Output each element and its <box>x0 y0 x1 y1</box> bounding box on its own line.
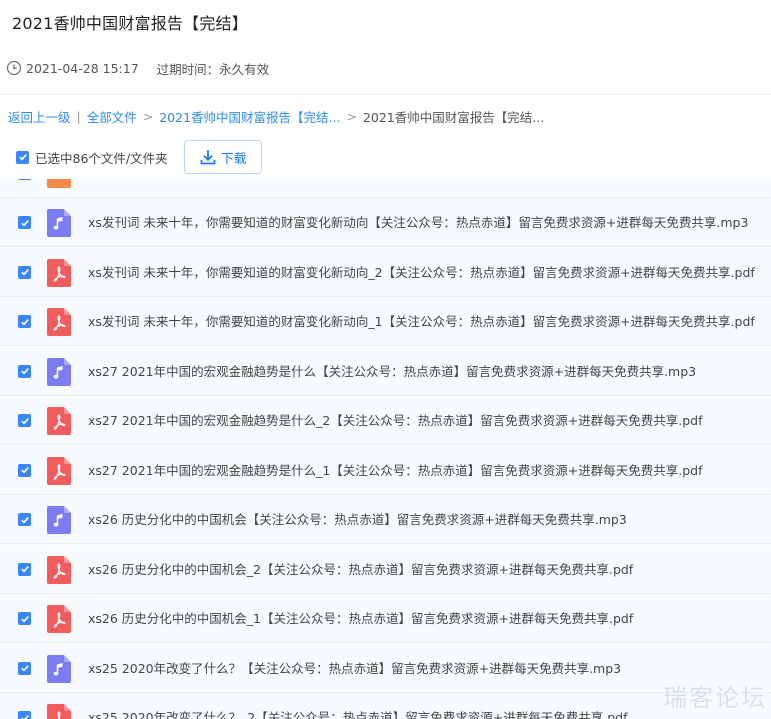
pdf-file-icon <box>47 308 71 336</box>
file-name[interactable]: xs发刊词 未来十年，你需要知道的财富变化新动向_2【关注公众号：热点赤道】留言… <box>88 248 755 297</box>
parent-folder-link[interactable]: 2021香帅中国财富报告【完结... <box>159 107 340 126</box>
file-name[interactable]: xs27 2021年中国的宏观金融趋势是什么【关注公众号：热点赤道】留言免费求资… <box>88 347 696 396</box>
file-name[interactable]: xs发刊词 未来十年，你需要知道的财富变化新动向【关注公众号：热点赤道】留言免费… <box>88 198 748 247</box>
selection-count: 已选中86个文件/文件夹 <box>35 150 168 166</box>
check-icon <box>20 269 29 276</box>
check-icon <box>20 318 29 325</box>
breadcrumb-separator: > <box>142 108 154 124</box>
divider <box>0 94 771 95</box>
check-icon <box>20 219 29 226</box>
file-row[interactable]: xs发刊词 未来十年，你需要知道的财富变化新动向_1【关注公众号：热点赤道】留言… <box>0 297 771 346</box>
pdf-file-icon <box>47 704 71 719</box>
file-name[interactable]: xs26 历史分化中的中国机会【关注公众号：热点赤道】留言免费求资源+进群每天免… <box>88 495 627 544</box>
check-icon <box>20 516 29 523</box>
file-row[interactable]: xs发刊词 未来十年，你需要知道的财富变化新动向【关注公众号：热点赤道】留言免费… <box>0 198 771 247</box>
row-checkbox[interactable] <box>18 661 31 675</box>
download-button[interactable]: 下载 <box>183 140 262 174</box>
file-list[interactable]: xs发刊词 未来十年，你需要知道的财富变化新动向【关注公众号：热点赤道】留言免费… <box>0 179 771 719</box>
file-row[interactable]: xs26 历史分化中的中国机会【关注公众号：热点赤道】留言免费求资源+进群每天免… <box>0 495 771 544</box>
pdf-file-icon <box>47 456 71 485</box>
row-checkbox[interactable] <box>18 265 31 279</box>
row-checkbox[interactable] <box>18 414 31 427</box>
back-link[interactable]: 返回上一级 <box>8 107 71 126</box>
check-icon <box>20 417 29 424</box>
audio-file-icon <box>47 506 71 534</box>
pdf-file-icon <box>47 605 71 633</box>
audio-file-icon <box>47 209 71 237</box>
file-row[interactable]: xs27 2021年中国的宏观金融趋势是什么_2【关注公众号：热点赤道】留言免费… <box>0 396 771 445</box>
file-name[interactable]: xs27 2021年中国的宏观金融趋势是什么_2【关注公众号：热点赤道】留言免费… <box>88 396 703 445</box>
check-icon <box>20 615 29 622</box>
check-icon <box>20 665 29 672</box>
clock-icon <box>6 60 22 76</box>
row-checkbox[interactable] <box>18 513 31 526</box>
file-name[interactable]: xs发刊词 未来十年，你需要知道的财富变化新动向_1【关注公众号：热点赤道】留言… <box>88 297 755 346</box>
row-checkbox[interactable] <box>18 364 31 378</box>
file-row[interactable]: xs发刊词 未来十年，你需要知道的财富变化新动向_2【关注公众号：热点赤道】留言… <box>0 247 771 297</box>
file-row[interactable]: xs27 2021年中国的宏观金融趋势是什么_1【关注公众号：热点赤道】留言免费… <box>0 445 771 495</box>
row-checkbox[interactable] <box>18 216 31 229</box>
share-meta: 2021-04-28 15:17 过期时间：永久有效 <box>6 58 269 78</box>
selection-bar: 已选中86个文件/文件夹 下载 <box>16 139 262 175</box>
file-row[interactable]: xs25 2020年改变了什么？_2【关注公众号：热点赤道】留言免费求资源+进群… <box>0 693 771 719</box>
check-icon <box>20 368 29 375</box>
check-icon <box>20 714 29 719</box>
download-label: 下载 <box>220 151 247 167</box>
download-icon <box>200 150 216 165</box>
file-name[interactable]: xs27 2021年中国的宏观金融趋势是什么_1【关注公众号：热点赤道】留言免费… <box>88 446 703 495</box>
audio-file-icon <box>47 357 71 386</box>
file-row[interactable]: xs26 历史分化中的中国机会_2【关注公众号：热点赤道】留言免费求资源+进群每… <box>0 544 771 594</box>
pdf-file-icon <box>47 258 71 287</box>
breadcrumb-separator: > <box>346 108 357 124</box>
breadcrumb-divider: | <box>76 108 81 124</box>
file-name[interactable]: xs25 2020年改变了什么？_2【关注公众号：热点赤道】留言免费求资源+进群… <box>88 693 628 719</box>
file-row-partial[interactable] <box>0 179 771 198</box>
row-checkbox[interactable] <box>18 463 31 477</box>
row-checkbox[interactable] <box>18 315 31 328</box>
current-folder: 2021香帅中国财富报告【完结... <box>362 109 545 125</box>
all-files-link[interactable]: 全部文件 <box>87 107 137 126</box>
breadcrumb: 返回上一级 | 全部文件 > 2021香帅中国财富报告【完结... > 2021… <box>8 106 544 126</box>
file-row[interactable]: xs25 2020年改变了什么？【关注公众号：热点赤道】留言免费求资源+进群每天… <box>0 643 771 693</box>
pdf-file-icon <box>47 555 71 584</box>
page-title: 2021香帅中国财富报告【完结】 <box>12 14 248 33</box>
row-checkbox[interactable] <box>18 711 31 719</box>
share-time: 2021-04-28 15:17 <box>26 60 139 76</box>
file-icon <box>47 179 71 188</box>
pdf-file-icon <box>47 407 71 435</box>
check-icon <box>18 154 27 161</box>
file-name[interactable]: xs26 历史分化中的中国机会_2【关注公众号：热点赤道】留言免费求资源+进群每… <box>88 545 633 594</box>
expire-label: 过期时间：永久有效 <box>156 61 270 77</box>
audio-file-icon <box>47 654 71 683</box>
row-checkbox[interactable] <box>18 612 31 625</box>
file-name[interactable]: xs26 历史分化中的中国机会_1【关注公众号：热点赤道】留言免费求资源+进群每… <box>88 594 633 643</box>
check-icon <box>20 467 29 474</box>
row-checkbox[interactable] <box>18 562 31 576</box>
file-name[interactable]: xs25 2020年改变了什么？【关注公众号：热点赤道】留言免费求资源+进群每天… <box>88 644 621 693</box>
select-all-checkbox[interactable] <box>16 150 29 164</box>
file-row[interactable]: xs26 历史分化中的中国机会_1【关注公众号：热点赤道】留言免费求资源+进群每… <box>0 594 771 643</box>
file-row[interactable]: xs27 2021年中国的宏观金融趋势是什么【关注公众号：热点赤道】留言免费求资… <box>0 346 771 396</box>
row-checkbox[interactable] <box>18 179 31 180</box>
check-icon <box>20 566 29 573</box>
